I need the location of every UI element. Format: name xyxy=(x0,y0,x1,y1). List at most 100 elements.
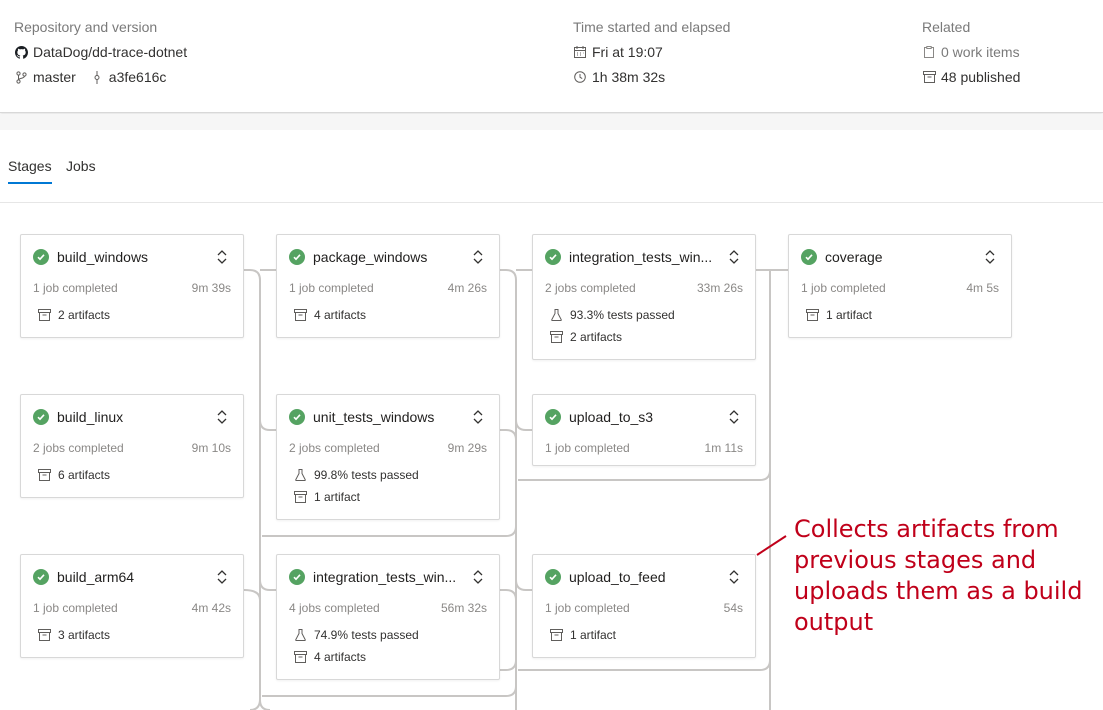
artifacts-link[interactable]: 4 artifacts xyxy=(294,650,366,664)
success-check-icon xyxy=(289,409,305,425)
expand-collapse-icon[interactable] xyxy=(471,568,485,586)
stage-duration: 54s xyxy=(723,601,743,615)
expand-collapse-icon[interactable] xyxy=(215,248,229,266)
commit-id[interactable]: a3fe616c xyxy=(109,69,167,85)
artifacts-link[interactable]: 1 artifact xyxy=(294,490,360,504)
started-time: Fri at 19:07 xyxy=(592,44,663,60)
artifacts-count: 1 artifact xyxy=(570,628,617,642)
repository-name: DataDog/dd-trace-dotnet xyxy=(33,44,188,60)
expand-collapse-icon[interactable] xyxy=(727,248,741,266)
expand-collapse-icon[interactable] xyxy=(471,248,485,266)
published-count: 48 published xyxy=(941,69,1021,85)
jobs-completed: 1 job completed xyxy=(33,601,118,615)
stage-name: build_windows xyxy=(57,249,149,265)
flask-icon xyxy=(294,469,307,482)
success-check-icon xyxy=(33,409,49,425)
stage-card[interactable]: build_windows 1 job completed 9m 39s 2 a… xyxy=(20,234,244,338)
artifact-icon xyxy=(550,629,563,642)
success-check-icon xyxy=(801,249,817,265)
artifacts-count: 1 artifact xyxy=(314,490,361,504)
stage-card[interactable]: integration_tests_win... 4 jobs complete… xyxy=(276,554,500,680)
clipboard-icon xyxy=(922,45,936,59)
artifacts-link[interactable]: 6 artifacts xyxy=(38,468,110,482)
stage-duration: 9m 10s xyxy=(191,441,231,455)
stage-card[interactable]: build_linux 2 jobs completed 9m 10s 6 ar… xyxy=(20,394,244,498)
expand-collapse-icon[interactable] xyxy=(983,248,997,266)
stage-card[interactable]: coverage 1 job completed 4m 5s 1 artifac… xyxy=(788,234,1012,338)
related-section: Related 0 work items 48 published xyxy=(922,19,1020,85)
branch-commit-row: master a3fe616c xyxy=(14,69,187,85)
jobs-completed: 1 job completed xyxy=(33,281,118,295)
artifact-icon xyxy=(38,469,51,482)
artifact-icon xyxy=(922,70,936,84)
work-items-link[interactable]: 0 work items xyxy=(922,44,1020,60)
stage-duration: 9m 29s xyxy=(447,441,487,455)
jobs-completed: 1 job completed xyxy=(545,601,630,615)
stage-name: coverage xyxy=(825,249,883,265)
stage-name: upload_to_s3 xyxy=(569,409,654,425)
flask-icon xyxy=(550,309,563,322)
success-check-icon xyxy=(33,569,49,585)
jobs-completed: 2 jobs completed xyxy=(289,441,380,455)
elapsed-row: 1h 38m 32s xyxy=(573,69,730,85)
started-row: Fri at 19:07 xyxy=(573,44,730,60)
artifacts-link[interactable]: 2 artifacts xyxy=(550,330,622,344)
artifacts-link[interactable]: 1 artifact xyxy=(806,308,872,322)
artifacts-link[interactable]: 4 artifacts xyxy=(294,308,366,322)
expand-collapse-icon[interactable] xyxy=(727,408,741,426)
tests-passed: 74.9% tests passed xyxy=(314,628,419,642)
stage-duration: 4m 42s xyxy=(191,601,231,615)
branch-name[interactable]: master xyxy=(33,69,76,85)
repository-link[interactable]: DataDog/dd-trace-dotnet xyxy=(14,44,187,60)
related-heading: Related xyxy=(922,19,971,35)
artifacts-link[interactable]: 3 artifacts xyxy=(38,628,110,642)
branch-icon xyxy=(14,70,28,84)
expand-collapse-icon[interactable] xyxy=(215,568,229,586)
artifacts-link[interactable]: 2 artifacts xyxy=(38,308,110,322)
stage-name: integration_tests_win... xyxy=(569,249,713,265)
stage-duration: 4m 5s xyxy=(966,281,999,295)
success-check-icon xyxy=(545,249,561,265)
stage-card[interactable]: package_windows 1 job completed 4m 26s 4… xyxy=(276,234,500,338)
artifacts-count: 6 artifacts xyxy=(58,468,111,482)
jobs-completed: 1 job completed xyxy=(801,281,886,295)
tests-link[interactable]: 93.3% tests passed xyxy=(550,308,675,322)
tab-stages[interactable]: Stages xyxy=(8,158,52,184)
artifact-icon xyxy=(294,491,307,504)
stage-name: package_windows xyxy=(313,249,428,265)
expand-collapse-icon[interactable] xyxy=(471,408,485,426)
stage-name: upload_to_feed xyxy=(569,569,666,585)
tests-link[interactable]: 99.8% tests passed xyxy=(294,468,419,482)
artifact-icon xyxy=(550,331,563,344)
stage-card[interactable]: integration_tests_win... 2 jobs complete… xyxy=(532,234,756,360)
artifact-icon xyxy=(294,309,307,322)
annotation-text: Collects artifacts from previous stages … xyxy=(794,515,1083,636)
stage-name: build_linux xyxy=(57,409,124,425)
success-check-icon xyxy=(545,569,561,585)
stage-card[interactable]: upload_to_feed 1 job completed 54s 1 art… xyxy=(532,554,756,658)
stage-card[interactable]: unit_tests_windows 2 jobs completed 9m 2… xyxy=(276,394,500,520)
artifacts-count: 2 artifacts xyxy=(570,330,623,344)
jobs-completed: 1 job completed xyxy=(545,441,630,455)
artifact-icon xyxy=(38,629,51,642)
artifact-icon xyxy=(38,309,51,322)
stage-card[interactable]: upload_to_s3 1 job completed 1m 11s xyxy=(532,394,756,466)
jobs-completed: 4 jobs completed xyxy=(289,601,380,615)
expand-collapse-icon[interactable] xyxy=(727,568,741,586)
expand-collapse-icon[interactable] xyxy=(215,408,229,426)
stage-duration: 33m 26s xyxy=(696,281,743,295)
stage-card[interactable]: build_arm64 1 job completed 4m 42s 3 art… xyxy=(20,554,244,658)
tests-passed: 93.3% tests passed xyxy=(570,308,675,322)
stage-name: integration_tests_win... xyxy=(313,569,457,585)
published-link[interactable]: 48 published xyxy=(922,69,1020,85)
flask-icon xyxy=(294,629,307,642)
artifacts-link[interactable]: 1 artifact xyxy=(550,628,616,642)
stages-jobs-tabbar: Stages Jobs xyxy=(0,130,1103,203)
success-check-icon xyxy=(289,569,305,585)
tab-jobs[interactable]: Jobs xyxy=(66,158,96,184)
github-icon xyxy=(14,45,28,59)
artifacts-count: 4 artifacts xyxy=(314,650,367,664)
clock-icon xyxy=(573,70,587,84)
tests-link[interactable]: 74.9% tests passed xyxy=(294,628,419,642)
stage-duration: 1m 11s xyxy=(704,441,743,455)
